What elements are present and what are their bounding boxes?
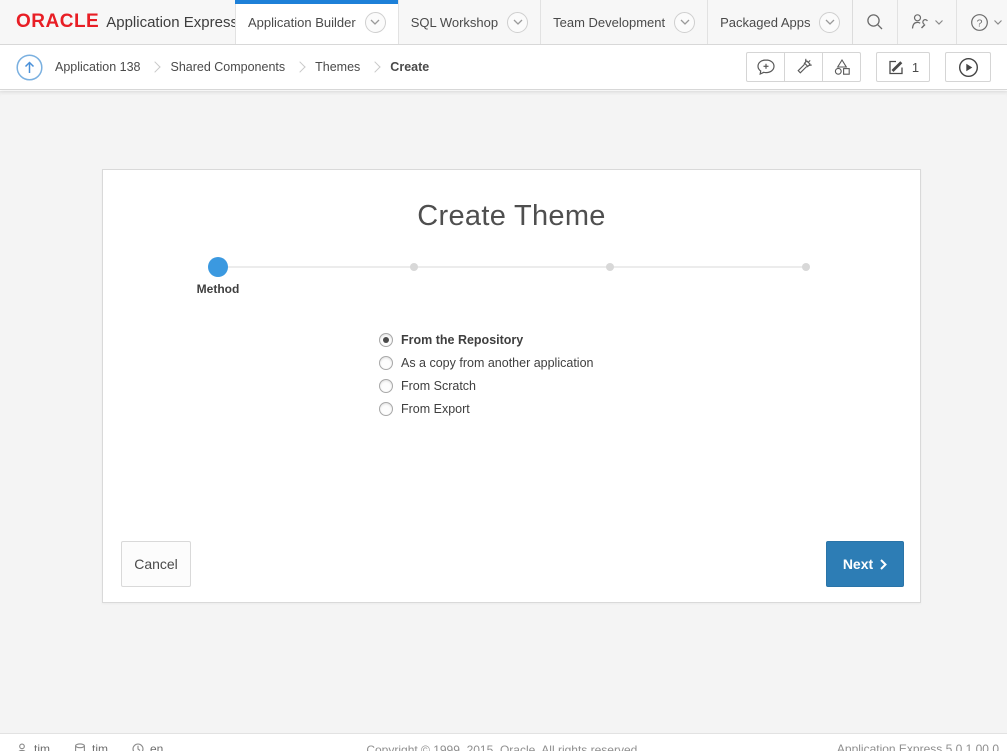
- top-nav: ORACLE Application Express Application B…: [0, 0, 1007, 45]
- wizard-step-dot-3: [606, 263, 614, 271]
- edit-page-icon: [887, 58, 905, 76]
- up-level-button[interactable]: [16, 54, 43, 81]
- tab-label: Packaged Apps: [720, 15, 810, 30]
- tab-application-builder[interactable]: Application Builder: [235, 0, 398, 44]
- shared-components-button[interactable]: [822, 52, 861, 82]
- wizard-step-dot-4: [802, 263, 810, 271]
- method-radio-group: From the Repository As a copy from anoth…: [379, 332, 593, 417]
- chevron-down-icon[interactable]: [507, 12, 528, 33]
- chevron-down-icon: [994, 20, 1002, 25]
- wizard-card: Create Theme Method From the Repository …: [102, 169, 921, 603]
- breadcrumb-bar: Application 138 Shared Components Themes…: [0, 45, 1007, 90]
- radio-option-from-scratch[interactable]: From Scratch: [379, 378, 593, 394]
- wizard-step-dot-method: [208, 257, 228, 277]
- radio-option-label: From Scratch: [401, 379, 476, 393]
- chevron-down-icon[interactable]: [674, 12, 695, 33]
- feedback-button[interactable]: [746, 52, 785, 82]
- tab-team-development[interactable]: Team Development: [540, 0, 707, 44]
- feedback-icon: [756, 58, 776, 76]
- cancel-button-label: Cancel: [134, 556, 178, 572]
- brand: ORACLE Application Express: [0, 0, 235, 44]
- chevron-down-icon[interactable]: [819, 12, 840, 33]
- nav-icon-group: ?: [852, 0, 1007, 44]
- radio-option-label: From the Repository: [401, 333, 523, 347]
- edit-page-number: 1: [912, 60, 919, 75]
- breadcrumb-separator-icon: [150, 61, 161, 72]
- footer-schema-name: tim: [92, 742, 108, 751]
- radio-option-copy-from-application[interactable]: As a copy from another application: [379, 355, 593, 371]
- cancel-button[interactable]: Cancel: [121, 541, 191, 587]
- tab-label: Team Development: [553, 15, 665, 30]
- footer-language-code: en: [150, 742, 163, 751]
- breadcrumb-separator-icon: [370, 61, 381, 72]
- help-menu-button[interactable]: ?: [956, 0, 1007, 44]
- search-icon: [866, 13, 884, 31]
- footer-language: en: [132, 742, 163, 751]
- breadcrumb-separator-icon: [294, 61, 305, 72]
- product-name: Application Express: [106, 14, 238, 31]
- wizard-step-dot-2: [410, 263, 418, 271]
- edit-page-button[interactable]: 1: [876, 52, 930, 82]
- footer-version: Application Express 5.0.1.00.0: [837, 742, 999, 751]
- radio-selected-icon[interactable]: [379, 333, 393, 347]
- breadcrumb-create: Create: [390, 60, 429, 74]
- footer-copyright: Copyright © 1999, 2015, Oracle. All righ…: [366, 743, 640, 751]
- next-button[interactable]: Next: [826, 541, 904, 587]
- page-title: Create Theme: [103, 200, 920, 233]
- tab-label: SQL Workshop: [411, 15, 498, 30]
- help-icon: ?: [970, 13, 989, 32]
- wizard-progress-line: [218, 266, 806, 268]
- database-icon: [74, 743, 86, 751]
- run-application-button[interactable]: [945, 52, 991, 82]
- shared-components-icon: [833, 58, 851, 76]
- admin-wrench-icon: [911, 13, 930, 31]
- chevron-right-icon: [880, 559, 887, 570]
- spotlight-button[interactable]: [784, 52, 823, 82]
- chevron-down-icon[interactable]: [365, 12, 386, 33]
- radio-option-from-export[interactable]: From Export: [379, 401, 593, 417]
- main-content: Create Theme Method From the Repository …: [0, 91, 1007, 751]
- breadcrumb-application[interactable]: Application 138: [55, 60, 140, 74]
- radio-option-from-repository[interactable]: From the Repository: [379, 332, 593, 348]
- radio-unselected-icon[interactable]: [379, 402, 393, 416]
- wizard-step-label: Method: [168, 282, 268, 296]
- breadcrumb: Application 138 Shared Components Themes…: [55, 60, 429, 74]
- run-icon: [958, 57, 979, 78]
- utility-button-group: [746, 52, 861, 82]
- search-button[interactable]: [853, 0, 897, 44]
- radio-unselected-icon[interactable]: [379, 356, 393, 370]
- breadcrumb-shared-components[interactable]: Shared Components: [170, 60, 285, 74]
- tab-sql-workshop[interactable]: SQL Workshop: [398, 0, 540, 44]
- tab-label: Application Builder: [248, 15, 356, 30]
- tab-packaged-apps[interactable]: Packaged Apps: [707, 0, 852, 44]
- clock-icon: [132, 743, 144, 751]
- oracle-logo: ORACLE: [16, 11, 99, 33]
- radio-option-label: As a copy from another application: [401, 356, 593, 370]
- next-button-label: Next: [843, 556, 873, 572]
- footer-schema: tim: [74, 742, 108, 751]
- breadcrumb-themes[interactable]: Themes: [315, 60, 360, 74]
- chevron-down-icon: [935, 20, 943, 25]
- page-toolbar: 1: [746, 52, 991, 82]
- administration-menu-button[interactable]: [897, 0, 956, 44]
- radio-option-label: From Export: [401, 402, 470, 416]
- page: ORACLE Application Express Application B…: [0, 0, 1007, 751]
- radio-unselected-icon[interactable]: [379, 379, 393, 393]
- person-icon: [16, 743, 28, 751]
- footer-user: tim: [16, 742, 50, 751]
- footer-user-name: tim: [34, 742, 50, 751]
- footer: tim tim en Copyright © 1999, 2015, Oracl…: [0, 733, 1007, 751]
- svg-text:?: ?: [977, 17, 983, 29]
- spotlight-icon: [794, 58, 813, 77]
